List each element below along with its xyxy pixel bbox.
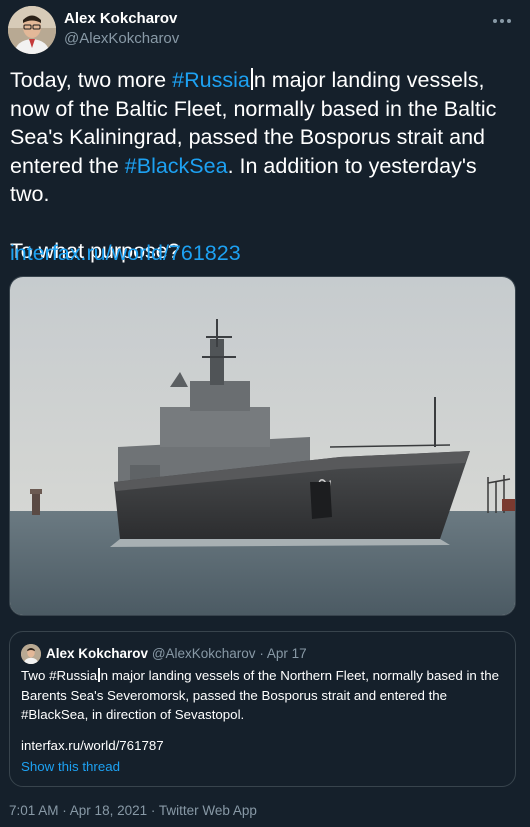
quoted-tweet-header: Alex Kokcharov @AlexKokcharov · Apr 17 bbox=[46, 646, 307, 661]
tweet-client[interactable]: Twitter Web App bbox=[159, 803, 257, 818]
author-handle[interactable]: @AlexKokcharov bbox=[64, 30, 179, 47]
meta-separator: · bbox=[147, 803, 159, 818]
tweet-text: Today, two more #Russia n major landing v… bbox=[10, 66, 522, 266]
tweet-date[interactable]: Apr 18, 2021 bbox=[70, 803, 147, 818]
quoted-tweet-link: interfax.ru/world/761787 bbox=[21, 738, 164, 753]
quoted-date: Apr 17 bbox=[266, 646, 307, 661]
hashtag-russia-link[interactable]: #Russia bbox=[172, 68, 250, 92]
tweet-external-link[interactable]: interfax.ru/world/761823 bbox=[10, 241, 241, 266]
quoted-separator: · bbox=[255, 646, 267, 661]
meta-separator: · bbox=[58, 803, 70, 818]
author-avatar[interactable] bbox=[8, 6, 56, 54]
quoted-author-name: Alex Kokcharov bbox=[46, 646, 149, 661]
text-cursor bbox=[98, 668, 100, 682]
quoted-author-handle: @AlexKokcharov bbox=[151, 646, 256, 661]
quoted-tweet-text: Two #Russia n major landing vessels of th… bbox=[21, 666, 509, 725]
quoted-author-avatar bbox=[21, 644, 41, 664]
landing-ship-image: 022 bbox=[10, 277, 515, 615]
author-name[interactable]: Alex Kokcharov bbox=[64, 10, 177, 27]
quoted-text-part: Two #Russia bbox=[21, 668, 98, 683]
show-thread-link[interactable]: Show this thread bbox=[21, 759, 120, 774]
more-horizontal-icon[interactable] bbox=[492, 8, 512, 29]
hashtag-blacksea-link[interactable]: #BlackSea bbox=[125, 154, 228, 178]
tweet-metadata: 7:01 AM · Apr 18, 2021 · Twitter Web App bbox=[9, 803, 257, 818]
text-cursor bbox=[250, 68, 253, 90]
tweet-text-part: Today, two more bbox=[10, 68, 173, 92]
tweet-photo[interactable]: 022 bbox=[9, 276, 516, 616]
quoted-tweet[interactable]: Alex Kokcharov @AlexKokcharov · Apr 17 T… bbox=[9, 631, 516, 787]
tweet-time[interactable]: 7:01 AM bbox=[9, 803, 59, 818]
